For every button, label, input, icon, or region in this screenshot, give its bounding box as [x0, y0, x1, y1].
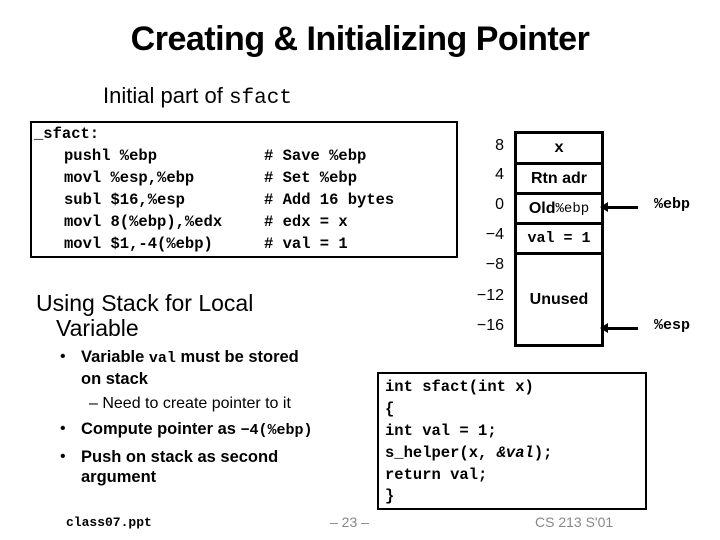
c-code-line: } — [385, 487, 395, 505]
bullet-text: Push on stack as second — [81, 448, 279, 466]
bullet-icon: • — [60, 348, 66, 365]
stack-cell-return-address: Rtn adr — [517, 165, 601, 195]
stack-diagram: x Rtn adr Old %ebp val = 1 Unused — [514, 131, 604, 347]
bullet-item: Compute pointer as −4(%ebp) — [81, 419, 313, 441]
bullet-item: Push on stack as second argument — [81, 447, 278, 487]
bullet-icon: • — [60, 420, 66, 437]
heading-line: Variable — [56, 315, 139, 341]
bullet-text: Variable — [81, 348, 149, 366]
footer-filename: class07.ppt — [66, 515, 152, 530]
stack-cell-x: x — [517, 134, 601, 165]
bullet-code: −4(%ebp) — [240, 422, 313, 439]
c-code-line: int val = 1; — [385, 422, 497, 440]
c-code-line: int sfact(int x) — [385, 378, 534, 396]
ebp-arrow-icon — [600, 202, 638, 212]
stack-cell-val: val = 1 — [517, 225, 601, 255]
sub-item: – Need to create pointer to it — [89, 395, 291, 412]
stack-offset: −12 — [476, 287, 504, 304]
bullet-text: must be stored — [175, 348, 299, 366]
stack-offset: 8 — [495, 137, 504, 154]
stack-cell-unused: Unused — [529, 290, 589, 308]
slide-title: Creating & Initializing Pointer — [130, 20, 590, 58]
c-code-line: return val; — [385, 466, 488, 484]
bullet-item: Variable val must be stored on stack — [81, 347, 299, 389]
footer-course: CS 213 S'01 — [535, 514, 614, 530]
bullet-text: argument — [81, 468, 157, 486]
subtitle-code: sfact — [228, 87, 292, 110]
stack-offset: −16 — [476, 317, 504, 334]
asm-comment: # val = 1 — [264, 235, 348, 253]
asm-comment: # edx = x — [264, 213, 348, 231]
c-code-text: s_helper(x, — [385, 444, 497, 462]
subtitle-text: Initial part of — [103, 83, 229, 108]
assembly-code-box: _sfact: pushl %ebp # Save %ebp movl %esp… — [30, 121, 458, 258]
old-ebp-code: %ebp — [555, 200, 590, 217]
bullet-text: Compute pointer as — [81, 420, 241, 438]
stack-offset: 0 — [495, 196, 504, 213]
c-code-text: ); — [533, 444, 553, 462]
esp-arrow-icon — [600, 323, 638, 333]
stack-offset: −4 — [485, 226, 504, 243]
asm-instr: movl $1,-4(%ebp) — [64, 235, 213, 253]
asm-instr: movl 8(%ebp),%edx — [64, 213, 223, 231]
footer-page-number: – 23 – — [330, 514, 369, 530]
old-label: Old — [528, 199, 556, 217]
heading-line: Using Stack for Local — [36, 290, 254, 316]
c-code-box: int sfact(int x) { int val = 1; s_helper… — [377, 372, 647, 510]
c-code-address-of: &val — [496, 444, 534, 462]
slide-subtitle: Initial part of sfact — [103, 83, 292, 110]
esp-register-label: %esp — [654, 317, 691, 334]
asm-instr: subl $16,%esp — [64, 191, 185, 209]
c-code-line: { — [385, 400, 395, 418]
asm-comment: # Save %ebp — [264, 147, 367, 165]
asm-label: _sfact: — [34, 125, 100, 143]
asm-instr: movl %esp,%ebp — [64, 169, 195, 187]
stack-offset: 4 — [495, 166, 504, 183]
c-code-line: s_helper(x, &val); — [385, 444, 552, 462]
asm-comment: # Add 16 bytes — [264, 191, 395, 209]
asm-instr: pushl %ebp — [64, 147, 158, 165]
asm-comment: # Set %ebp — [264, 169, 358, 187]
stack-offset: −8 — [485, 256, 504, 273]
section-heading: Using Stack for Local Variable — [36, 291, 253, 341]
bullet-icon: • — [60, 448, 66, 465]
ebp-register-label: %ebp — [654, 196, 691, 213]
bullet-code: val — [148, 350, 176, 367]
bullet-text: on stack — [81, 370, 148, 388]
stack-cell-old-ebp: Old %ebp — [517, 195, 601, 225]
